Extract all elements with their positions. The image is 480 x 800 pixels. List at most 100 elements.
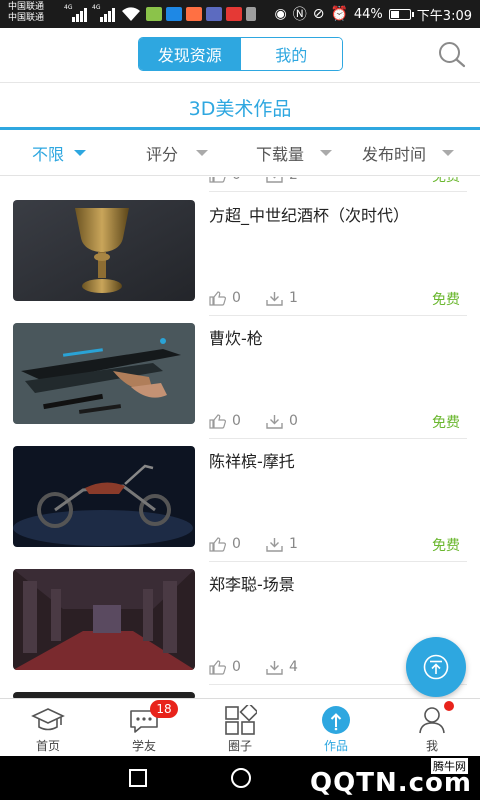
price-label: 免费 — [432, 538, 460, 554]
item-stats: 0 2 — [209, 177, 323, 184]
like-count: 0 — [232, 290, 241, 306]
app-notification-icon — [226, 7, 242, 21]
list-item[interactable]: 0 2 免费 — [0, 177, 480, 193]
status-bar: 中国联通 中国联通 4G 4G ◉ Ⓝ ⊘ ⏰ 44% 下午3:09 — [0, 0, 480, 28]
user-icon — [419, 707, 445, 734]
signal-2-icon — [100, 6, 115, 22]
search-icon[interactable] — [437, 40, 467, 70]
battery-icon — [388, 8, 414, 20]
alarm-icon: ⏰ — [330, 6, 348, 22]
carrier-2: 中国联通 — [8, 13, 45, 23]
clock: 下午3:09 — [416, 8, 472, 24]
like-count: 0 — [232, 413, 241, 429]
like-count: 0 — [232, 536, 241, 552]
scene-image — [13, 569, 195, 670]
tab-label: 首页 — [35, 739, 60, 753]
item-stats: 0 1 — [209, 289, 323, 307]
filter-rating[interactable]: 评分 — [146, 130, 209, 176]
tab-label: 作品 — [323, 739, 348, 753]
list-item[interactable]: 陈祥槟-摩托 0 1 免费 — [0, 446, 480, 569]
item-title[interactable]: 曹炊-枪 — [209, 325, 263, 349]
row-divider — [209, 438, 467, 439]
unread-badge: 18 — [150, 700, 178, 718]
list-item[interactable]: 方超_中世纪酒杯（次时代） 0 1 免费 — [0, 200, 480, 323]
eye-icon: ◉ — [274, 6, 287, 22]
tab-discover-resources[interactable]: 发现资源 — [139, 38, 241, 70]
app-notification-icon — [206, 7, 222, 21]
home-button-icon[interactable] — [224, 756, 258, 800]
like-icon — [209, 177, 226, 183]
dropdown-arrow-icon — [74, 150, 87, 156]
gun-image — [13, 323, 195, 424]
download-icon — [266, 177, 283, 183]
motorcycle-image — [13, 446, 195, 547]
tab-classmates[interactable]: 18 学友 — [96, 699, 192, 757]
carrier-1: 中国联通 — [8, 2, 45, 12]
system-nav-bar: 腾牛网 QQTN.com — [0, 756, 480, 800]
row-divider — [209, 191, 467, 192]
filter-label: 下载量 — [256, 145, 305, 164]
scroll-to-top-button[interactable] — [406, 637, 466, 697]
carrier-info: 中国联通 中国联通 — [8, 2, 44, 24]
works-icon — [322, 706, 350, 734]
item-thumbnail[interactable] — [13, 569, 195, 670]
filter-label: 发布时间 — [362, 145, 427, 164]
tab-mine[interactable]: 我的 — [240, 38, 342, 70]
scroll-to-top-icon — [423, 654, 449, 680]
download-icon[interactable] — [266, 414, 283, 429]
grid-icon — [225, 705, 257, 735]
segment-control: 发现资源 我的 — [138, 37, 343, 71]
battery-percent: 44% — [353, 6, 383, 22]
filter-publish-time[interactable]: 发布时间 — [362, 130, 455, 176]
item-title[interactable]: 方超_中世纪酒杯（次时代） — [209, 202, 409, 226]
download-count: 2 — [289, 177, 323, 183]
item-stats: 0 4 — [209, 658, 323, 676]
tab-label: 我 — [425, 739, 438, 753]
page-title: 3D美术作品 — [188, 98, 292, 120]
download-count: 0 — [289, 413, 298, 429]
item-thumbnail[interactable] — [13, 200, 195, 301]
like-count: 0 — [232, 659, 241, 675]
nfc-icon: Ⓝ — [292, 7, 307, 23]
price-label: 免费 — [432, 177, 460, 185]
watermark-main: QQTN.com — [310, 768, 472, 798]
item-title[interactable]: 郑李聪-场景 — [209, 571, 295, 595]
filter-label: 不限 — [32, 145, 65, 164]
title-bar: 3D美术作品 — [0, 82, 480, 128]
graduation-cap-icon — [31, 708, 65, 731]
item-thumbnail[interactable] — [13, 446, 195, 547]
like-icon[interactable] — [209, 413, 226, 429]
like-icon[interactable] — [209, 659, 226, 675]
app-notification-icon — [146, 7, 162, 21]
list-item[interactable]: 曹炊-枪 0 0 免费 — [0, 323, 480, 446]
signal-1-icon — [72, 6, 87, 22]
wifi-icon — [122, 7, 140, 22]
like-icon[interactable] — [209, 536, 226, 552]
download-icon[interactable] — [266, 291, 283, 306]
filter-label: 评分 — [146, 145, 179, 164]
filter-downloads[interactable]: 下载量 — [256, 130, 333, 176]
price-label: 免费 — [432, 292, 460, 308]
item-stats: 0 1 — [209, 535, 323, 553]
more-notifications-icon — [246, 7, 256, 21]
dropdown-arrow-icon — [320, 150, 333, 156]
download-icon[interactable] — [266, 660, 283, 675]
tab-label: 学友 — [131, 739, 156, 753]
tab-home[interactable]: 首页 — [0, 699, 96, 757]
like-icon[interactable] — [209, 290, 226, 306]
tab-label: 圈子 — [227, 739, 252, 753]
item-stats: 0 0 — [209, 412, 323, 430]
download-count: 1 — [289, 290, 298, 306]
item-title[interactable]: 陈祥槟-摩托 — [209, 448, 295, 472]
item-thumbnail[interactable] — [13, 323, 195, 424]
price-label: 免费 — [432, 415, 460, 431]
notification-dot — [444, 701, 454, 711]
tab-me[interactable]: 我 — [384, 699, 480, 757]
tab-works[interactable]: 作品 — [288, 699, 384, 757]
app-header: 发现资源 我的 — [0, 28, 480, 82]
tab-circle[interactable]: 圈子 — [192, 699, 288, 757]
filter-all[interactable]: 不限 — [32, 130, 87, 176]
download-icon[interactable] — [266, 537, 283, 552]
recents-button-icon[interactable] — [124, 756, 154, 800]
app-notification-icon — [166, 7, 182, 21]
